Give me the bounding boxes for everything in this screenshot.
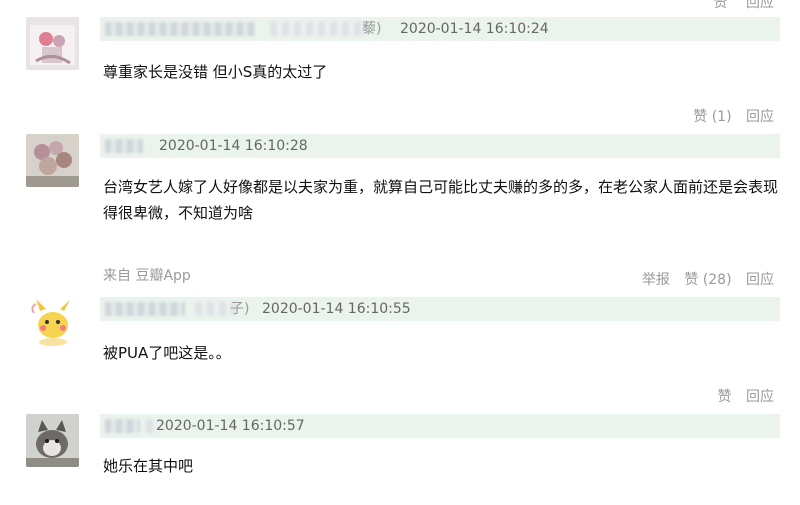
- reply-link[interactable]: 回应: [746, 109, 774, 125]
- username-blurred[interactable]: [105, 419, 140, 433]
- comment-text: 她乐在其中吧: [103, 457, 194, 475]
- comment-time: 2020-01-14 16:10:57: [156, 418, 305, 434]
- avatar[interactable]: [26, 297, 79, 350]
- username-suffix: 藜): [362, 21, 382, 37]
- comment-actions: 赞 (1) 回应: [683, 106, 774, 126]
- reply-link[interactable]: 回应: [746, 0, 774, 11]
- reply-link[interactable]: 回应: [746, 389, 774, 405]
- username-suffix: 子): [230, 301, 250, 317]
- comment-time: 2020-01-14 16:10:55: [262, 301, 411, 317]
- comment-time: 2020-01-14 16:10:24: [400, 21, 549, 37]
- like-link[interactable]: 赞: [718, 389, 732, 405]
- comment-text: 被PUA了吧这是。。: [103, 344, 231, 362]
- username-blurred-2: [195, 302, 235, 316]
- username-blurred-2: [146, 419, 156, 433]
- comment-text: 尊重家长是没错 但小S真的太过了: [103, 63, 328, 81]
- comment-meta: 2020-01-14 16:10:28: [100, 134, 780, 158]
- username-blurred[interactable]: [105, 139, 143, 153]
- prev-comment-actions: 赞 回应: [700, 0, 774, 12]
- username-blurred-2: [270, 22, 365, 36]
- comment-actions: 赞 回应: [708, 386, 774, 406]
- report-link[interactable]: 举报: [642, 272, 670, 288]
- reply-link[interactable]: 回应: [746, 272, 774, 288]
- like-link[interactable]: 赞 (1): [693, 109, 731, 125]
- username-blurred[interactable]: [105, 302, 185, 316]
- avatar[interactable]: [26, 134, 79, 187]
- comment-time: 2020-01-14 16:10:28: [159, 138, 308, 154]
- comment-actions: 举报 赞 (28) 回应: [632, 269, 774, 289]
- comment-source: 来自 豆瓣App: [103, 268, 191, 284]
- comment-meta: 2020-01-14 16:10:57: [100, 414, 780, 438]
- comment-meta: 子) 2020-01-14 16:10:55: [100, 297, 780, 321]
- like-link[interactable]: 赞: [714, 0, 728, 11]
- username-blurred[interactable]: [105, 22, 255, 36]
- like-link[interactable]: 赞 (28): [684, 272, 731, 288]
- avatar[interactable]: [26, 414, 79, 467]
- comment-text: 台湾女艺人嫁了人好像都是以夫家为重，就算自己可能比丈夫赚的多的多，在老公家人面前…: [103, 178, 779, 222]
- comment-meta: 藜) 2020-01-14 16:10:24: [100, 17, 780, 41]
- avatar[interactable]: [26, 17, 79, 70]
